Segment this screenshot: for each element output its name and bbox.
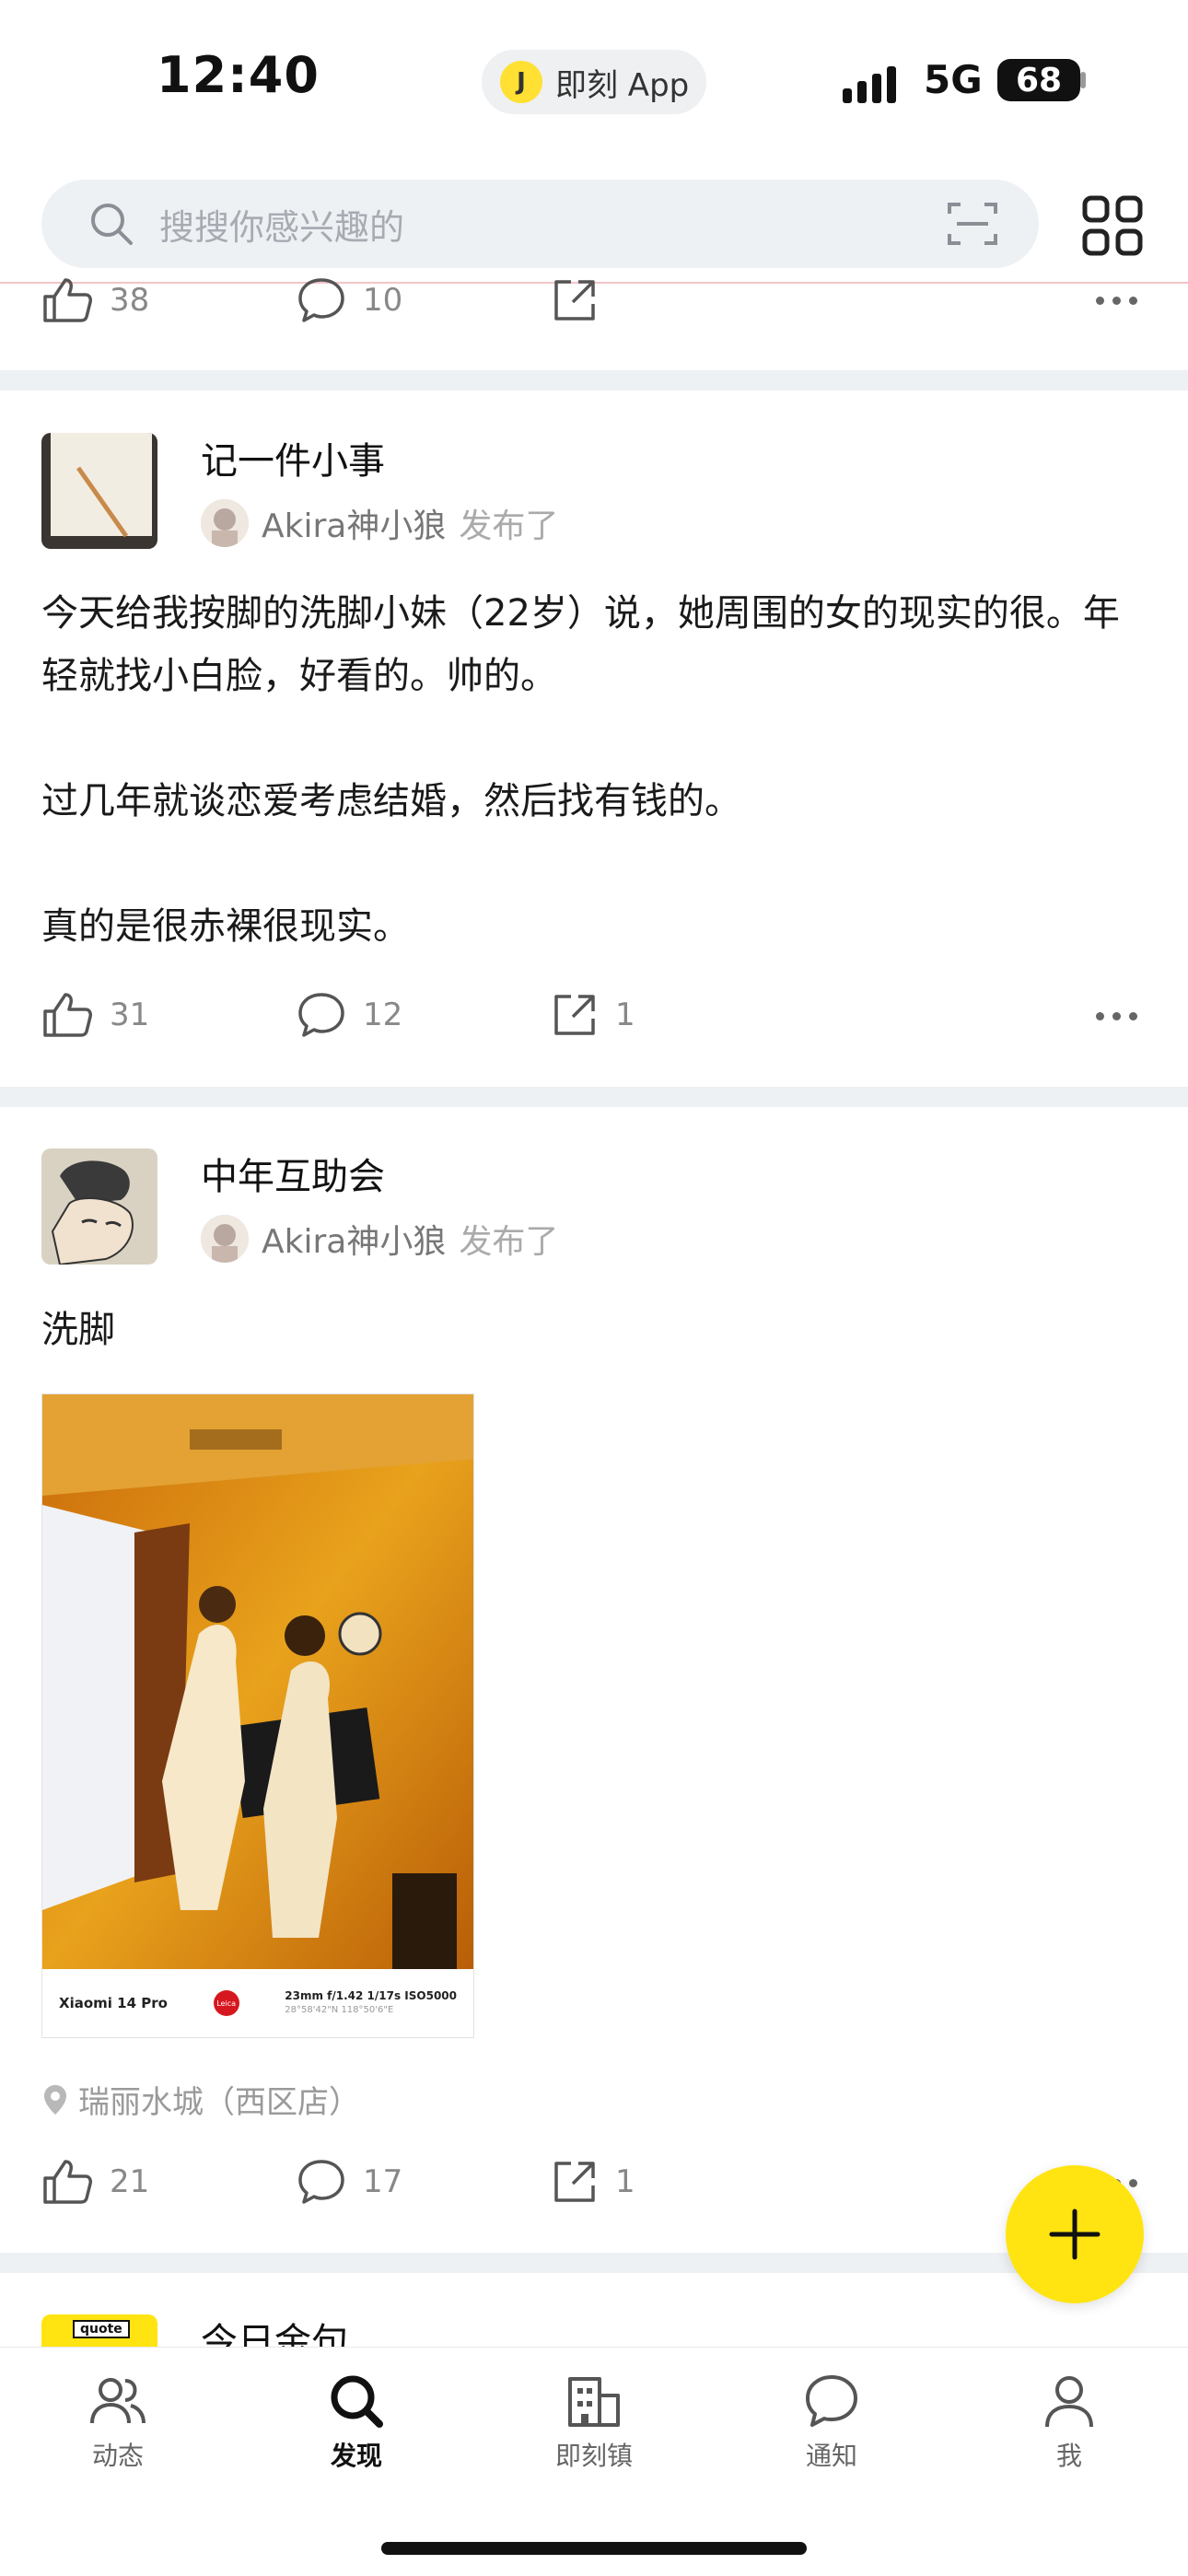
photo-specs: 23mm f/1.42 1/17s ISO5000	[285, 1989, 457, 2002]
comment-count: 10	[363, 282, 403, 319]
nav-item-discover[interactable]: 发现	[283, 2373, 430, 2473]
room-photo-image	[42, 1394, 473, 1971]
like-count: 31	[110, 997, 150, 1033]
author-action: 发布了	[459, 1223, 559, 1261]
author-avatar	[201, 1215, 249, 1263]
thumbs-up-icon	[43, 993, 92, 1037]
topic-avatar[interactable]	[41, 433, 157, 549]
jike-logo-icon: J	[500, 61, 542, 103]
feed-divider	[0, 1087, 1188, 1107]
plus-icon	[1049, 2209, 1101, 2260]
search-bar[interactable]: 搜搜你感兴趣的	[41, 180, 1039, 268]
status-time: 12:40	[157, 46, 320, 104]
topic-avatar[interactable]: quote	[41, 2314, 157, 2347]
comment-button[interactable]: 10	[297, 276, 402, 324]
photo-watermark: Xiaomi 14 Pro Leica 23mm f/1.42 1/17s IS…	[42, 1969, 473, 2037]
topic-title[interactable]: 中年互助会	[201, 1147, 385, 1200]
post-photo[interactable]: Xiaomi 14 Pro Leica 23mm f/1.42 1/17s IS…	[41, 1393, 474, 2038]
share-icon	[554, 995, 595, 1035]
thumbs-up-icon	[43, 278, 92, 322]
dynamic-island-now-playing[interactable]: J 即刻 App	[482, 50, 706, 114]
location-name: 瑞丽水城（西区店）	[78, 2084, 360, 2121]
notebook-image	[41, 433, 157, 549]
share-icon	[554, 2162, 595, 2202]
like-button[interactable]: 21	[41, 2158, 149, 2206]
like-count: 21	[110, 2163, 150, 2200]
people-icon	[90, 2378, 146, 2424]
comment-icon	[298, 278, 344, 322]
post-paragraph: 真的是很赤裸很现实。	[41, 905, 410, 948]
quote-avatar-label: quote	[73, 2320, 130, 2338]
thumbs-up-icon	[43, 2160, 92, 2204]
share-icon	[554, 280, 595, 321]
photo-exif: 23mm f/1.42 1/17s ISO5000 28°58'42"N 118…	[285, 1989, 457, 2017]
leica-logo-icon: Leica	[213, 1990, 239, 2016]
home-indicator[interactable]	[381, 2542, 807, 2555]
share-count: 1	[615, 997, 635, 1033]
post-paragraph: 今天给我按脚的洗脚小妹（22岁）说，她周围的女的现实的很。年轻就找小白脸，好看的…	[41, 592, 1120, 697]
more-options-icon[interactable]	[1096, 297, 1137, 305]
comment-icon	[298, 2160, 344, 2204]
photo-coords: 28°58'42"N 118°50'6"E	[285, 2005, 394, 2015]
author-name: Akira神小狼	[262, 507, 447, 545]
topic-avatar[interactable]	[41, 1148, 157, 1265]
share-button[interactable]: 1	[551, 2158, 635, 2206]
illustrated-face-image	[41, 1148, 157, 1265]
person-icon	[1045, 2376, 1093, 2428]
network-type: 5G	[924, 57, 983, 102]
battery-cap-icon	[1080, 72, 1086, 88]
topic-title[interactable]: 记一件小事	[201, 431, 385, 484]
apps-grid-icon[interactable]	[1082, 195, 1143, 256]
nav-label: 即刻镇	[554, 2441, 633, 2471]
like-count: 38	[110, 282, 150, 319]
nav-item-notifications[interactable]: 通知	[758, 2373, 905, 2473]
author-name: Akira神小狼	[262, 1223, 447, 1261]
comment-button[interactable]: 17	[297, 2158, 402, 2206]
share-count: 1	[615, 2163, 635, 2200]
like-button[interactable]: 38	[41, 276, 149, 324]
nav-label: 发现	[330, 2441, 382, 2471]
camera-brand: Xiaomi 14 Pro	[59, 1995, 168, 2011]
scan-icon[interactable]	[948, 201, 997, 247]
share-button[interactable]	[551, 276, 599, 324]
feed-divider	[0, 370, 1188, 390]
nav-label: 动态	[91, 2441, 144, 2471]
search-placeholder: 搜搜你感兴趣的	[159, 206, 405, 248]
chat-bubble-icon	[806, 2375, 857, 2427]
nav-item-town[interactable]: 即刻镇	[520, 2373, 668, 2473]
nav-label: 我	[1055, 2441, 1082, 2471]
author-action: 发布了	[459, 507, 559, 545]
share-button[interactable]: 1	[551, 991, 635, 1039]
battery-level: 68	[997, 59, 1080, 101]
like-button[interactable]: 31	[41, 991, 149, 1039]
author-line[interactable]: Akira神小狼 发布了	[201, 499, 558, 547]
post-paragraph: 过几年就谈恋爱考虑结婚，然后找有钱的。	[41, 780, 741, 822]
comment-button[interactable]: 12	[297, 991, 402, 1039]
comment-count: 12	[363, 997, 403, 1033]
comment-icon	[298, 993, 344, 1037]
nav-label: 通知	[805, 2441, 857, 2471]
search-icon	[331, 2375, 383, 2428]
location-pin-icon	[44, 2084, 66, 2115]
topic-title[interactable]: 今日金句	[201, 2312, 348, 2347]
more-options-icon[interactable]	[1096, 1012, 1137, 1020]
nav-item-me[interactable]: 我	[996, 2373, 1143, 2473]
author-line[interactable]: Akira神小狼 发布了	[201, 1215, 558, 1263]
comment-count: 17	[363, 2163, 403, 2200]
signal-icon	[843, 63, 896, 103]
post-text: 洗脚	[41, 1309, 115, 1351]
building-icon	[568, 2377, 620, 2427]
island-app-label: 即刻 App	[555, 66, 690, 104]
location-tag[interactable]: 瑞丽水城（西区店）	[41, 2077, 360, 2122]
leica-logo: Leica	[213, 1990, 239, 2016]
search-icon	[91, 204, 133, 245]
create-post-button[interactable]	[1006, 2165, 1144, 2303]
author-avatar	[201, 499, 249, 547]
nav-item-feed[interactable]: 动态	[44, 2373, 192, 2473]
